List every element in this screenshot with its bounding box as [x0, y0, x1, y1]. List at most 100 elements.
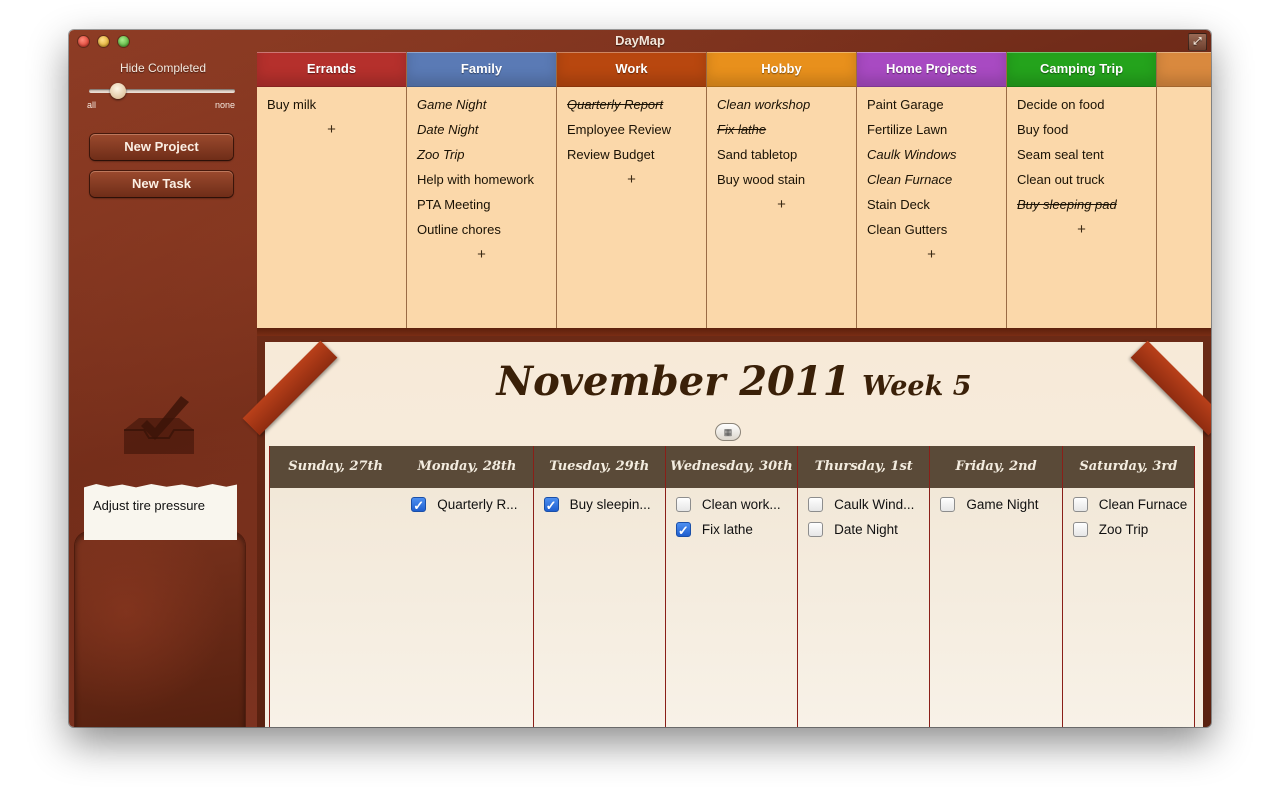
task-checkbox[interactable] — [940, 497, 956, 512]
hide-completed-slider[interactable] — [89, 83, 235, 99]
task-checkbox[interactable] — [1072, 522, 1088, 537]
task-checkbox[interactable] — [675, 497, 691, 512]
day-column: Wednesday, 30th Clean work... Fix lathe — [665, 446, 799, 727]
new-project-button[interactable]: New Project — [90, 134, 233, 160]
add-task-button[interactable]: + — [1007, 217, 1156, 242]
day-task-label: Quarterly R... — [437, 497, 518, 512]
day-task-list[interactable]: Buy sleepin... — [533, 488, 665, 727]
day-header: Tuesday, 29th — [533, 446, 665, 488]
project-task[interactable]: Stain Deck — [857, 192, 1006, 217]
project-task[interactable]: Fertilize Lawn — [857, 117, 1006, 142]
day-task[interactable]: Zoo Trip — [1063, 517, 1194, 542]
project-header[interactable]: Home Projects — [857, 52, 1006, 87]
project-task[interactable]: Outline chores — [407, 217, 556, 242]
day-task-label: Date Night — [834, 522, 898, 537]
project-task[interactable]: Buy sleeping pad — [1007, 192, 1156, 217]
day-task-label: Clean Furnace — [1098, 497, 1188, 512]
day-task-list[interactable] — [270, 488, 402, 727]
minimize-window-button[interactable] — [98, 36, 109, 47]
project-task[interactable]: Sand tabletop — [707, 142, 856, 167]
project-task[interactable]: Help with homework — [407, 167, 556, 192]
project-column: Errands Buy milk + — [257, 52, 407, 328]
day-task[interactable]: Date Night — [798, 517, 929, 542]
day-task[interactable]: Clean work... — [666, 492, 797, 517]
daymap-window: DayMap ⤢ Hide Completed all none New Pro… — [69, 30, 1211, 727]
task-checkbox[interactable] — [543, 493, 559, 517]
project-task-list: Buy milk + — [257, 87, 406, 142]
slider-max-label: none — [215, 100, 236, 110]
day-task-list[interactable]: Clean Furnace Zoo Trip — [1062, 488, 1194, 727]
project-task[interactable]: Quarterly Report — [557, 92, 706, 117]
project-task[interactable]: Employee Review — [557, 117, 706, 142]
add-task-button[interactable]: + — [407, 242, 556, 267]
zoom-window-button[interactable] — [118, 36, 129, 47]
task-checkbox[interactable] — [1072, 497, 1088, 512]
task-checkbox[interactable] — [808, 522, 824, 537]
task-checkbox[interactable] — [411, 493, 427, 517]
day-task[interactable]: Quarterly R... — [401, 492, 532, 517]
add-task-button[interactable]: + — [557, 167, 706, 192]
close-window-button[interactable] — [78, 36, 89, 47]
day-task-label: Caulk Wind... — [834, 497, 915, 512]
day-column: Thursday, 1st Caulk Wind... Date Night — [798, 446, 931, 727]
fullscreen-icon[interactable]: ⤢ — [1188, 33, 1207, 51]
project-task[interactable]: Seam seal tent — [1007, 142, 1156, 167]
day-task[interactable]: Buy sleepin... — [534, 492, 665, 517]
day-task[interactable]: Fix lathe — [666, 517, 797, 542]
task-checkbox[interactable] — [675, 518, 691, 542]
day-column: Friday, 2nd Game Night — [930, 446, 1063, 727]
project-task[interactable]: Paint Garage — [857, 92, 1006, 117]
project-task[interactable]: PTA Meeting — [407, 192, 556, 217]
day-task[interactable]: Clean Furnace — [1063, 492, 1194, 517]
day-task[interactable]: Game Night — [930, 492, 1061, 517]
day-task-label: Fix lathe — [701, 522, 753, 537]
day-column: Sunday, 27th — [269, 446, 403, 727]
pocket-note-text: Adjust tire pressure — [93, 498, 205, 513]
project-task[interactable]: Buy food — [1007, 117, 1156, 142]
pocket-note-card[interactable]: Adjust tire pressure — [84, 484, 237, 540]
inbox-icon[interactable] — [119, 390, 199, 460]
new-task-button[interactable]: New Task — [90, 171, 233, 197]
project-task-list: Decide on food Buy food Seam seal tent Clea… — [1007, 87, 1156, 242]
project-task-list: Paint Garage Fertilize Lawn Caulk Windows C… — [857, 87, 1006, 267]
project-task[interactable]: Clean workshop — [707, 92, 856, 117]
project-task-list: Clean workshop Fix lathe Sand tabletop Buy … — [707, 87, 856, 217]
project-task[interactable]: Decide on food — [1007, 92, 1156, 117]
day-header: Monday, 28th — [401, 446, 533, 488]
day-task-list[interactable]: Game Night — [930, 488, 1062, 727]
project-task[interactable]: Review Budget — [557, 142, 706, 167]
project-task[interactable]: Date Night — [407, 117, 556, 142]
day-header: Wednesday, 30th — [665, 446, 798, 488]
project-task[interactable]: Zoo Trip — [407, 142, 556, 167]
add-task-button[interactable]: + — [257, 117, 406, 142]
project-task[interactable]: Game Night — [407, 92, 556, 117]
day-task[interactable]: Caulk Wind... — [798, 492, 929, 517]
slider-knob[interactable] — [110, 83, 127, 99]
project-header[interactable]: Work — [557, 52, 706, 87]
task-pocket[interactable] — [75, 532, 245, 727]
week-grid: Sunday, 27thMonday, 28th Quarterly R... Tu… — [269, 446, 1195, 727]
project-task[interactable]: Clean Furnace — [857, 167, 1006, 192]
project-task[interactable]: Caulk Windows — [857, 142, 1006, 167]
add-task-button[interactable]: + — [707, 192, 856, 217]
project-header[interactable]: Family — [407, 52, 556, 87]
pane-divider[interactable] — [257, 328, 1211, 336]
day-task-list[interactable]: Caulk Wind... Date Night — [798, 488, 930, 727]
add-task-button[interactable]: + — [857, 242, 1006, 267]
day-task-list[interactable]: Clean work... Fix lathe — [665, 488, 798, 727]
calendar-title: November 2011 Week 5 — [265, 358, 1203, 405]
project-header[interactable] — [1157, 52, 1211, 87]
task-checkbox[interactable] — [808, 497, 824, 512]
calendar-view-toggle[interactable]: ▦ — [715, 423, 741, 441]
project-header[interactable]: Hobby — [707, 52, 856, 87]
project-task[interactable]: Buy wood stain — [707, 167, 856, 192]
project-task[interactable]: Buy milk — [257, 92, 406, 117]
project-task-list: Quarterly Report Employee Review Review Bu… — [557, 87, 706, 192]
project-task[interactable]: Clean Gutters — [857, 217, 1006, 242]
day-task-list[interactable]: Quarterly R... — [401, 488, 533, 727]
project-header[interactable]: Camping Trip — [1007, 52, 1156, 87]
project-task[interactable]: Fix lathe — [707, 117, 856, 142]
project-column: Camping Trip Decide on food Buy food Seam s… — [1007, 52, 1157, 328]
project-header[interactable]: Errands — [257, 52, 406, 87]
project-task[interactable]: Clean out truck — [1007, 167, 1156, 192]
